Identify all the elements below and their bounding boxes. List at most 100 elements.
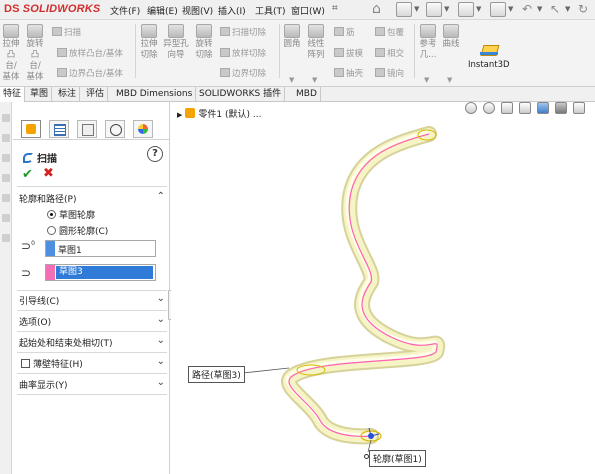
toolbar-glyph-icon[interactable]: [2, 114, 10, 122]
group-thin-feature[interactable]: 薄壁特征(H) ⌄: [21, 356, 167, 370]
path-color-bar: [46, 265, 55, 280]
chevron-down-icon[interactable]: ▼: [447, 76, 452, 84]
swept-cut-button[interactable]: 扫描切除: [220, 26, 266, 38]
extrude-boss-icon: [3, 24, 19, 38]
boundary-cut-button[interactable]: 边界切除: [220, 67, 266, 79]
toolbar-glyph-icon[interactable]: [2, 174, 10, 182]
new-document-icon[interactable]: [396, 2, 412, 17]
curves-button[interactable]: 曲线: [442, 24, 460, 50]
extruded-boss-button[interactable]: 拉伸 凸台/ 基体: [2, 24, 20, 83]
pin-icon[interactable]: ⌗: [332, 3, 338, 14]
curves-icon: [443, 24, 459, 38]
undo-icon[interactable]: ↶: [522, 2, 538, 17]
tab-features[interactable]: 特征: [0, 87, 26, 102]
revolved-cut-button[interactable]: 旋转 切除: [194, 24, 214, 61]
chevron-down-icon[interactable]: ▼: [565, 5, 570, 13]
group-options[interactable]: 选项(O) ⌄: [19, 314, 167, 328]
menu-file[interactable]: 文件(F): [110, 4, 140, 17]
rebuild-icon[interactable]: ↻: [578, 2, 594, 17]
mirror-button[interactable]: 镜向: [375, 67, 404, 79]
linear-pattern-button[interactable]: 线性 阵列: [306, 24, 326, 61]
display-manager-tab[interactable]: [133, 120, 153, 138]
chevron-down-icon[interactable]: ⌄: [157, 314, 165, 325]
hole-wizard-button[interactable]: 异型孔 向导: [163, 24, 189, 61]
help-button[interactable]: ?: [147, 146, 163, 162]
save-icon[interactable]: [458, 2, 474, 17]
tab-solidworks-addins[interactable]: SOLIDWORKS 插件: [196, 87, 286, 102]
boundary-boss-button[interactable]: 边界凸台/基体: [57, 67, 123, 79]
shell-button[interactable]: 抽壳: [334, 67, 363, 79]
fillet-button[interactable]: 圆角: [283, 24, 301, 50]
tab-mbd-dimensions[interactable]: MBD Dimensions: [113, 87, 197, 102]
checkbox-icon[interactable]: [21, 359, 30, 368]
group-profile-path[interactable]: 轮廓和路径(P) ⌃: [19, 191, 167, 205]
tab-sketch[interactable]: 草图: [27, 87, 53, 102]
chevron-down-icon[interactable]: ▼: [414, 5, 419, 13]
lofted-cut-button[interactable]: 放样切除: [220, 47, 266, 59]
ok-button[interactable]: ✔: [22, 167, 33, 182]
menu-tools[interactable]: 工具(T): [255, 4, 286, 17]
chevron-down-icon[interactable]: ▼: [537, 5, 542, 13]
wrap-button[interactable]: 包覆: [375, 26, 404, 38]
intersect-button[interactable]: 相交: [375, 47, 404, 59]
menu-edit[interactable]: 编辑(E): [147, 4, 178, 17]
tab-mbd[interactable]: MBD: [293, 87, 321, 102]
toolbar-glyph-icon[interactable]: [2, 234, 10, 242]
radio-sketch-profile[interactable]: 草图轮廓: [47, 208, 95, 221]
boundary-icon: [57, 68, 67, 77]
group-guide-curves[interactable]: 引导线(C) ⌄: [19, 293, 167, 307]
profile-callout-label[interactable]: 轮廓(草图1): [369, 450, 426, 467]
chevron-down-icon[interactable]: ⌄: [157, 377, 165, 388]
menu-view[interactable]: 视图(V): [182, 4, 213, 17]
home-icon[interactable]: ⌂: [372, 2, 388, 17]
toolbar-glyph-icon[interactable]: [2, 134, 10, 142]
path-callout-label[interactable]: 路径(草图3): [188, 366, 245, 383]
radio-unselected-icon: [47, 226, 56, 235]
chevron-down-icon[interactable]: ⌄: [157, 335, 165, 346]
feature-title: 扫描: [23, 150, 57, 165]
graphics-area[interactable]: ▶ 零件1 (默认) ... 路径(草图3) 轮廓(草图1): [171, 102, 595, 474]
path-selection-box[interactable]: 草图3: [45, 264, 156, 281]
cancel-button[interactable]: ✖: [43, 166, 54, 181]
hole-wizard-icon: [168, 24, 184, 38]
sweep-icon: [23, 153, 33, 163]
property-manager-tab[interactable]: [49, 120, 69, 138]
tab-evaluate[interactable]: 评估: [83, 87, 109, 102]
chevron-down-icon[interactable]: ▼: [312, 76, 317, 84]
menu-window[interactable]: 窗口(W): [291, 4, 325, 17]
extruded-cut-button[interactable]: 拉伸 切除: [139, 24, 159, 61]
print-icon[interactable]: [490, 2, 506, 17]
open-folder-icon[interactable]: [426, 2, 442, 17]
menu-bar: DS SOLIDWORKS 文件(F) 编辑(E) 视图(V) 插入(I) 工具(…: [0, 0, 595, 20]
chevron-down-icon[interactable]: ⌄: [157, 293, 165, 304]
sweep-boss-button[interactable]: 扫描: [52, 26, 81, 38]
revolved-boss-button[interactable]: 旋转 凸台/ 基体: [26, 24, 44, 83]
toolbar-glyph-icon[interactable]: [2, 154, 10, 162]
profile-selection-box[interactable]: 草图1: [45, 240, 156, 257]
reference-geometry-button[interactable]: 参考 几...: [418, 24, 438, 61]
dimxpert-manager-tab[interactable]: [105, 120, 125, 138]
chevron-down-icon[interactable]: ⌄: [157, 356, 165, 367]
draft-button[interactable]: 拔模: [334, 47, 363, 59]
chevron-down-icon[interactable]: ▼: [476, 5, 481, 13]
shell-icon: [334, 68, 344, 77]
chevron-down-icon[interactable]: ▼: [444, 5, 449, 13]
loft-icon: [57, 48, 67, 57]
feature-manager-tab[interactable]: [21, 120, 41, 138]
toolbar-glyph-icon[interactable]: [2, 194, 10, 202]
chevron-down-icon[interactable]: ▼: [289, 76, 294, 84]
chevron-down-icon[interactable]: ▼: [508, 5, 513, 13]
rib-button[interactable]: 筋: [334, 26, 355, 38]
loft-boss-button[interactable]: 放样凸台/基体: [57, 47, 123, 59]
instant3d-button[interactable]: Instant3D: [468, 44, 510, 70]
radio-circular-profile[interactable]: 圆形轮廓(C): [47, 224, 108, 237]
menu-insert[interactable]: 插入(I): [218, 4, 246, 17]
chevron-down-icon[interactable]: ▼: [424, 76, 429, 84]
select-arrow-icon[interactable]: ↖: [550, 2, 566, 17]
tab-markup[interactable]: 标注: [55, 87, 81, 102]
configuration-manager-tab[interactable]: [77, 120, 97, 138]
group-start-end-tangency[interactable]: 起始处和结束处相切(T) ⌄: [19, 335, 167, 349]
group-curvature-display[interactable]: 曲率显示(Y) ⌄: [19, 377, 167, 391]
chevron-up-icon[interactable]: ⌃: [157, 191, 165, 202]
toolbar-glyph-icon[interactable]: [2, 214, 10, 222]
